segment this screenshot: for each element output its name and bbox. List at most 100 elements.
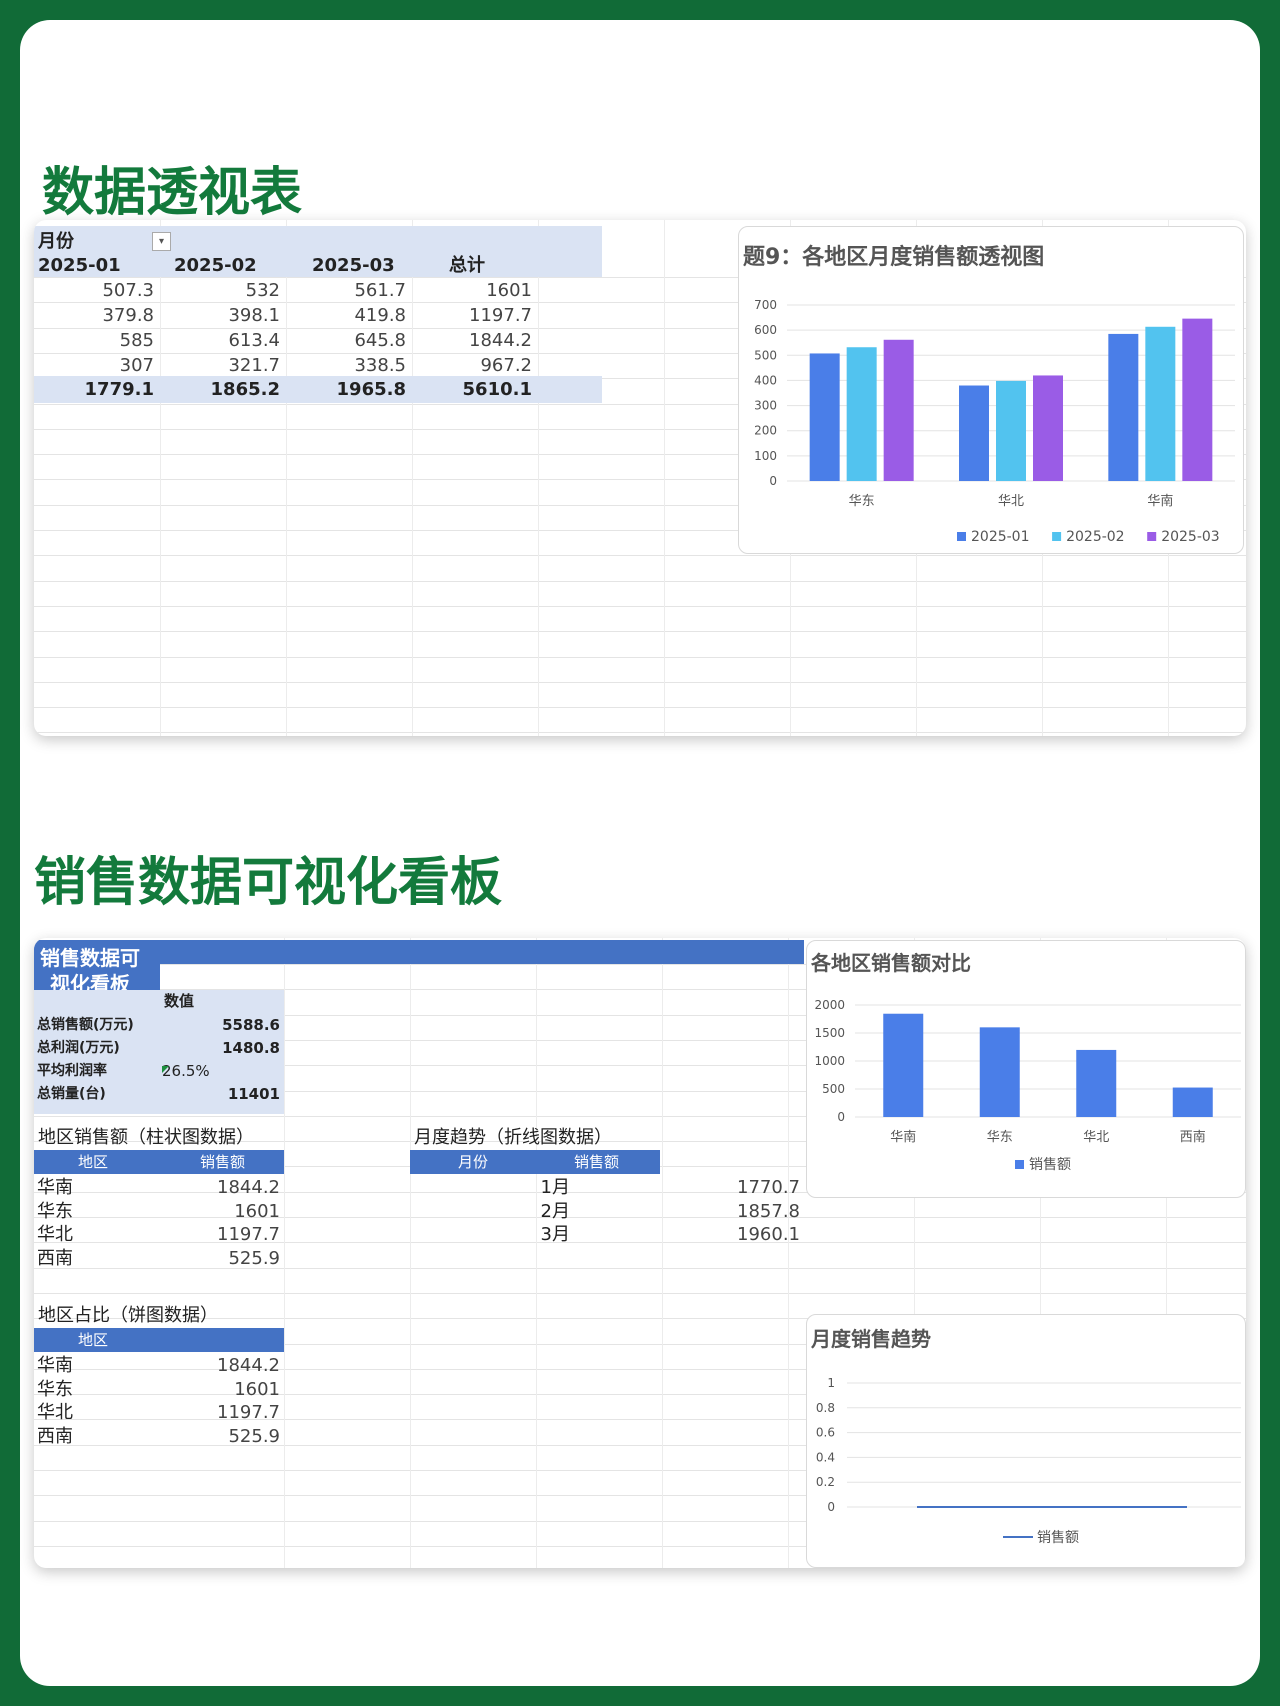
- pivot-cell[interactable]: 561.7: [296, 277, 406, 304]
- grid-line: [284, 938, 285, 1568]
- table-cell-label[interactable]: 3月: [510, 1221, 570, 1248]
- monthly-trend-svg: 0 0.2 0.4 0.6 0.8 1 销售额: [816, 1376, 1241, 1546]
- legend-swatch: [1015, 1160, 1024, 1169]
- bar[interactable]: [1108, 333, 1139, 481]
- grid-line: [34, 631, 1246, 633]
- y-tick-label: 0: [827, 1500, 835, 1514]
- legend-swatch: [1052, 532, 1062, 541]
- pivot-cell[interactable]: 532: [170, 277, 280, 304]
- pivot-month-label: 月份: [38, 231, 74, 252]
- grid-line: [664, 220, 665, 736]
- bar[interactable]: [883, 339, 914, 481]
- table-cell-value[interactable]: 525.9: [170, 1245, 280, 1272]
- pivot-col-3: 2025-03: [312, 255, 395, 276]
- kpi-value[interactable]: 11401: [164, 1081, 280, 1108]
- grid-line: [34, 580, 1246, 582]
- section-title-dashboard: 销售数据可视化看板: [34, 853, 503, 913]
- bar[interactable]: [979, 1027, 1020, 1117]
- y-tick-label: 0: [837, 1110, 845, 1124]
- table-cell-label[interactable]: 西南: [37, 1423, 73, 1450]
- grid-line: [788, 938, 789, 1568]
- table-cell-value[interactable]: 1960.1: [690, 1221, 800, 1248]
- grid-line: [34, 707, 1246, 709]
- pivot-cell[interactable]: 1601: [422, 277, 532, 304]
- bar[interactable]: [1076, 1049, 1117, 1117]
- y-tick-label: 300: [754, 399, 777, 413]
- pivot-total-cell[interactable]: 1779.1: [44, 376, 154, 403]
- legend-swatch: [957, 532, 966, 541]
- kpi-header: 数值: [164, 992, 195, 1010]
- pivot-sheet: 月份 ▾ 2025-01 2025-02 2025-03 总计 507.3 532…: [34, 220, 1246, 736]
- pivot-chart[interactable]: 题9：各地区月度销售额透视图 0 100 200 300 400 500 600 700 华东华…: [738, 226, 1244, 554]
- grid-line: [160, 220, 161, 736]
- bar[interactable]: [883, 1013, 924, 1117]
- pivot-total-cell[interactable]: 1865.2: [170, 376, 280, 403]
- y-tick-label: 700: [754, 298, 777, 312]
- pivot-cell[interactable]: 307: [44, 352, 154, 379]
- legend-label: 2025-01: [971, 529, 1030, 545]
- bar[interactable]: [996, 380, 1026, 481]
- pivot-cell[interactable]: 1844.2: [422, 327, 532, 354]
- bar[interactable]: [1182, 318, 1213, 481]
- bar[interactable]: [1033, 375, 1063, 481]
- pivot-cell[interactable]: 507.3: [44, 277, 154, 304]
- monthly-trend-chart[interactable]: 月度销售趋势 0 0.2 0.4 0.6 0.8 1 销售额: [806, 1314, 1246, 1568]
- table-cell-label[interactable]: 西南: [37, 1245, 73, 1272]
- table-cell-value[interactable]: 525.9: [170, 1423, 280, 1450]
- grid-line: [286, 220, 287, 736]
- region-sales-col-sales: 销售额: [200, 1153, 246, 1171]
- y-tick-label: 1500: [814, 1026, 845, 1040]
- y-tick-label: 200: [754, 424, 777, 438]
- region-sales-header: 地区 销售额: [34, 1150, 284, 1174]
- pivot-cell[interactable]: 1197.7: [422, 302, 532, 329]
- monthly-trend-col-sales: 销售额: [574, 1153, 620, 1171]
- pivot-cell[interactable]: 321.7: [170, 352, 280, 379]
- y-tick-label: 1000: [814, 1054, 845, 1068]
- bar[interactable]: [1145, 326, 1176, 481]
- legend-label: 销售额: [1037, 1530, 1079, 1546]
- grid-line: [412, 220, 413, 736]
- x-tick-label: 华北: [998, 494, 1024, 509]
- y-tick-label: 100: [754, 449, 777, 463]
- grid-line: [34, 656, 1246, 658]
- x-tick-label: 华南: [890, 1129, 916, 1145]
- y-tick-label: 0.8: [816, 1401, 835, 1415]
- bar[interactable]: [1172, 1087, 1213, 1117]
- pivot-cell[interactable]: 419.8: [296, 302, 406, 329]
- pivot-total-cell[interactable]: 5610.1: [422, 376, 532, 403]
- x-tick-label: 华东: [987, 1130, 1013, 1145]
- pivot-total-cell[interactable]: 1965.8: [296, 376, 406, 403]
- grid-line: [34, 1292, 1246, 1294]
- bar[interactable]: [959, 385, 989, 481]
- bar[interactable]: [809, 353, 840, 481]
- y-tick-label: 600: [754, 323, 777, 337]
- x-tick-label: 华东: [849, 494, 875, 509]
- legend-label: 销售额: [1029, 1157, 1071, 1173]
- kpi-label: 总销量(台): [37, 1086, 106, 1102]
- pivot-cell[interactable]: 613.4: [170, 327, 280, 354]
- monthly-trend-header: 月份 销售额: [410, 1150, 660, 1174]
- region-share-header: 地区: [34, 1328, 284, 1352]
- pivot-cell[interactable]: 585: [44, 327, 154, 354]
- grid-line: [410, 938, 411, 1568]
- pivot-cell[interactable]: 645.8: [296, 327, 406, 354]
- pivot-cell[interactable]: 379.8: [44, 302, 154, 329]
- banner-line-1: 销售数据可: [40, 946, 140, 970]
- bar[interactable]: [846, 347, 877, 481]
- grid-line: [34, 605, 1246, 607]
- filter-dropdown-icon[interactable]: ▾: [152, 232, 171, 251]
- region-sales-col-region: 地区: [78, 1153, 109, 1171]
- grid-line: [662, 938, 663, 1568]
- monthly-trend-col-month: 月份: [458, 1153, 489, 1171]
- y-tick-label: 500: [822, 1082, 845, 1096]
- x-tick-label: 华南: [1147, 493, 1173, 509]
- pivot-cell[interactable]: 398.1: [170, 302, 280, 329]
- region-compare-chart[interactable]: 各地区销售额对比 0 500 1000 1500 2000 华南 华东 华北 西南 销售额: [806, 940, 1246, 1198]
- pivot-cell[interactable]: 967.2: [422, 352, 532, 379]
- page-card: 数据透视表 销售数据可视化看板 月份 ▾ 2025-01 2025-02 202…: [20, 20, 1260, 1686]
- pivot-cell[interactable]: 338.5: [296, 352, 406, 379]
- pivot-col-1: 2025-01: [38, 255, 121, 276]
- x-tick-label: 西南: [1180, 1129, 1206, 1145]
- cell-marker-icon: [162, 1066, 169, 1073]
- pivot-col-2: 2025-02: [174, 255, 257, 276]
